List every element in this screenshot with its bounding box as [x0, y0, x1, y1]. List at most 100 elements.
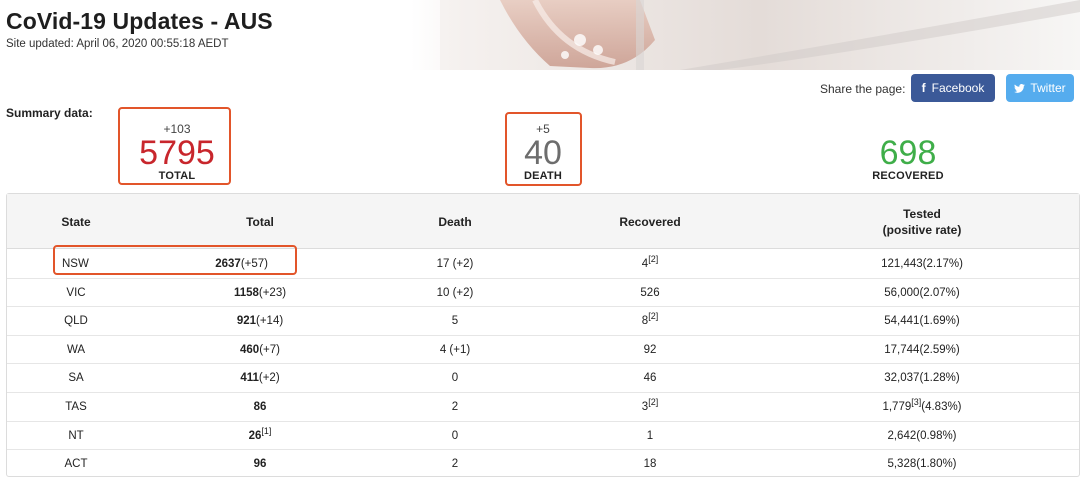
cell-recovered: 526	[535, 279, 765, 307]
recovered-footnote[interactable]: [2]	[648, 311, 658, 321]
positive-rate: (1.28%)	[919, 372, 960, 385]
recovered-number: 46	[643, 372, 657, 385]
twitter-icon	[1014, 83, 1026, 93]
facebook-icon: f	[921, 81, 926, 95]
cell-total: 86	[145, 393, 375, 421]
share-label: Share the page:	[820, 82, 906, 96]
recovered-footnote[interactable]: [2]	[648, 397, 658, 407]
total-number: 86	[253, 401, 267, 413]
recovered-value: 698	[879, 134, 937, 172]
table-row: TAS 86 2 3[2] 1,779[3](4.83%)	[7, 393, 1079, 422]
tested-number: 121,443	[881, 258, 923, 270]
header-tested: Tested (positive rate)	[765, 206, 1079, 238]
site-updated-text: Site updated: April 06, 2020 00:55:18 AE…	[6, 38, 229, 50]
twitter-button-label: Twitter	[1030, 81, 1066, 95]
total-change: (+14)	[256, 315, 284, 328]
cell-recovered: 3[2]	[535, 393, 765, 421]
cell-tested: 32,037(1.28%)	[765, 364, 1079, 392]
header-tested-line1: Tested	[903, 207, 941, 221]
header-death: Death	[438, 215, 472, 229]
header-total: Total	[246, 215, 274, 229]
total-change: (+2)	[258, 372, 280, 385]
cell-state: TAS	[65, 401, 87, 413]
table-row: VIC 1158(+23) 10 (+2) 526 56,000(2.07%)	[7, 279, 1079, 308]
cell-state: VIC	[66, 286, 86, 299]
cell-total: 1158(+23)	[145, 279, 375, 307]
recovered-number: 526	[640, 286, 660, 299]
total-change: (+23)	[258, 286, 287, 299]
cell-total: 460(+7)	[145, 336, 375, 364]
cell-tested: 54,441(1.69%)	[765, 307, 1079, 335]
tested-footnote[interactable]: [3]	[911, 397, 921, 407]
cell-total: 96	[145, 450, 375, 478]
cell-death: 0	[451, 429, 459, 442]
recovered-number: 92	[643, 343, 657, 356]
tested-number: 17,744	[884, 343, 920, 356]
table-header: State Total Death Recovered Tested (posi…	[7, 194, 1079, 249]
cell-death: 5	[451, 315, 459, 328]
table-row: QLD 921(+14) 5 8[2] 54,441(1.69%)	[7, 307, 1079, 336]
cell-state: WA	[66, 343, 86, 356]
tested-number: 54,441	[884, 315, 920, 328]
positive-rate: (2.59%)	[919, 343, 960, 356]
cell-total: 921(+14)	[145, 307, 375, 335]
total-number: 96	[253, 458, 267, 471]
cell-recovered: 8[2]	[535, 307, 765, 335]
table-row: NT 26[1] 0 1 2,642(0.98%)	[7, 422, 1079, 451]
cell-death: 10 (+2)	[436, 286, 474, 299]
tested-number: 56,000	[884, 286, 920, 299]
page-title: CoVid-19 Updates - AUS	[6, 8, 273, 34]
recovered-number: 1	[646, 429, 654, 442]
total-number: 921	[236, 315, 256, 328]
state-table: State Total Death Recovered Tested (posi…	[6, 193, 1080, 477]
cell-tested: 56,000(2.07%)	[765, 279, 1079, 307]
positive-rate: (1.69%)	[919, 315, 960, 328]
cell-state: SA	[68, 372, 84, 385]
cell-tested: 1,779[3](4.83%)	[765, 393, 1079, 421]
cell-total: 26[1]	[145, 422, 375, 450]
cell-tested: 17,744(2.59%)	[765, 336, 1079, 364]
facebook-share-button[interactable]: f Facebook	[911, 74, 995, 102]
total-change: (+7)	[259, 343, 280, 356]
recovered-number: 18	[643, 458, 657, 471]
positive-rate: (4.83%)	[921, 401, 962, 413]
header-state: State	[61, 215, 91, 229]
table-row: SA 411(+2) 0 46 32,037(1.28%)	[7, 364, 1079, 393]
header-banner: CoVid-19 Updates - AUS Site updated: Apr…	[0, 0, 1080, 70]
cell-recovered: 1	[535, 422, 765, 450]
total-footnote[interactable]: [1]	[261, 426, 271, 436]
death-highlight-box	[505, 112, 582, 186]
cell-recovered: 46	[535, 364, 765, 392]
cell-state: QLD	[64, 315, 88, 328]
recovered-caption: RECOVERED	[872, 170, 944, 182]
handwashing-photo	[440, 0, 1080, 70]
cell-death: 2	[451, 401, 459, 413]
recovered-footnote[interactable]: [2]	[648, 254, 658, 264]
cell-recovered: 18	[535, 450, 765, 478]
cell-death: 2	[451, 458, 459, 471]
cell-state: NT	[68, 429, 84, 442]
total-number: 1158	[233, 286, 259, 299]
cell-death: 4 (+1)	[439, 343, 471, 356]
cell-recovered: 92	[535, 336, 765, 364]
table-row: ACT 96 2 18 5,328(1.80%)	[7, 450, 1079, 479]
total-number: 460	[240, 343, 260, 356]
total-number: 26	[248, 429, 262, 442]
cell-death: 0	[451, 372, 459, 385]
cell-tested: 5,328(1.80%)	[765, 450, 1079, 478]
summary-recovered: 698 RECOVERED	[860, 122, 956, 183]
header-tested-line2: (positive rate)	[882, 223, 962, 237]
twitter-share-button[interactable]: Twitter	[1006, 74, 1074, 102]
cell-recovered: 4[2]	[535, 250, 765, 278]
cell-tested: 2,642(0.98%)	[765, 422, 1079, 450]
positive-rate: (0.98%)	[916, 429, 957, 442]
cell-tested: 121,443(2.17%)	[765, 250, 1079, 278]
total-number: 411	[240, 372, 259, 385]
tested-number: 5,328	[887, 458, 917, 471]
cell-death: 17 (+2)	[436, 258, 474, 270]
facebook-button-label: Facebook	[931, 81, 985, 95]
tested-number: 2,642	[887, 429, 917, 442]
table-row: WA 460(+7) 4 (+1) 92 17,744(2.59%)	[7, 336, 1079, 365]
cell-total: 411(+2)	[145, 364, 375, 392]
header-recovered: Recovered	[619, 215, 681, 229]
